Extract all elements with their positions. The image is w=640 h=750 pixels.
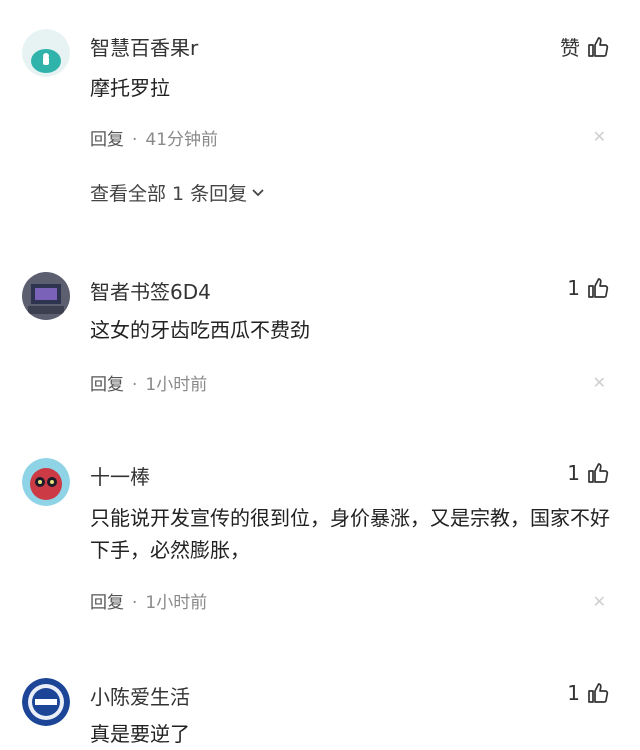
- timestamp: 1小时前: [145, 593, 208, 613]
- comment-text: 只能说开发宣传的很到位，身价暴涨，又是宗教，国家不好下手，必然膨胀，: [90, 506, 610, 562]
- username[interactable]: 智慧百香果r: [90, 32, 198, 61]
- like-button[interactable]: 赞: [560, 32, 610, 61]
- like-button[interactable]: 1: [567, 461, 610, 485]
- view-replies-button[interactable]: 查看全部 1 条回复: [90, 179, 265, 206]
- separator-dot: ·: [132, 130, 138, 150]
- comment-meta: 回复 · 1小时前: [90, 588, 207, 613]
- like-button[interactable]: 1: [567, 681, 610, 705]
- chevron-down-icon: [251, 182, 265, 204]
- comment-text: 摩托罗拉: [90, 76, 170, 100]
- username[interactable]: 智者书签6D4: [90, 276, 211, 305]
- close-icon[interactable]: ✕: [593, 373, 606, 392]
- like-count: 赞: [560, 36, 580, 60]
- like-count: 1: [567, 276, 580, 300]
- like-button[interactable]: 1: [567, 276, 610, 300]
- like-count: 1: [567, 461, 580, 485]
- timestamp: 41分钟前: [145, 130, 219, 150]
- thumbs-up-icon: [586, 276, 610, 300]
- reply-button[interactable]: 回复: [90, 375, 124, 395]
- separator-dot: ·: [132, 375, 138, 395]
- avatar[interactable]: [22, 678, 70, 726]
- timestamp: 1小时前: [145, 375, 208, 395]
- comment-text: 真是要逆了: [90, 722, 190, 746]
- close-icon[interactable]: ✕: [593, 127, 606, 146]
- comment-meta: 回复 · 1小时前: [90, 370, 207, 395]
- reply-button[interactable]: 回复: [90, 593, 124, 613]
- thumbs-up-icon: [586, 35, 610, 59]
- thumbs-up-icon: [586, 461, 610, 485]
- comment-text: 这女的牙齿吃西瓜不费劲: [90, 318, 310, 342]
- separator-dot: ·: [132, 593, 138, 613]
- thumbs-up-icon: [586, 681, 610, 705]
- avatar[interactable]: [22, 29, 70, 77]
- comment-meta: 回复 · 41分钟前: [90, 125, 218, 150]
- username[interactable]: 小陈爱生活: [90, 681, 190, 710]
- avatar[interactable]: [22, 458, 70, 506]
- like-count: 1: [567, 681, 580, 705]
- view-replies-label: 查看全部 1 条回复: [90, 183, 248, 205]
- avatar[interactable]: [22, 272, 70, 320]
- reply-button[interactable]: 回复: [90, 130, 124, 150]
- close-icon[interactable]: ✕: [593, 592, 606, 611]
- username[interactable]: 十一棒: [90, 461, 150, 490]
